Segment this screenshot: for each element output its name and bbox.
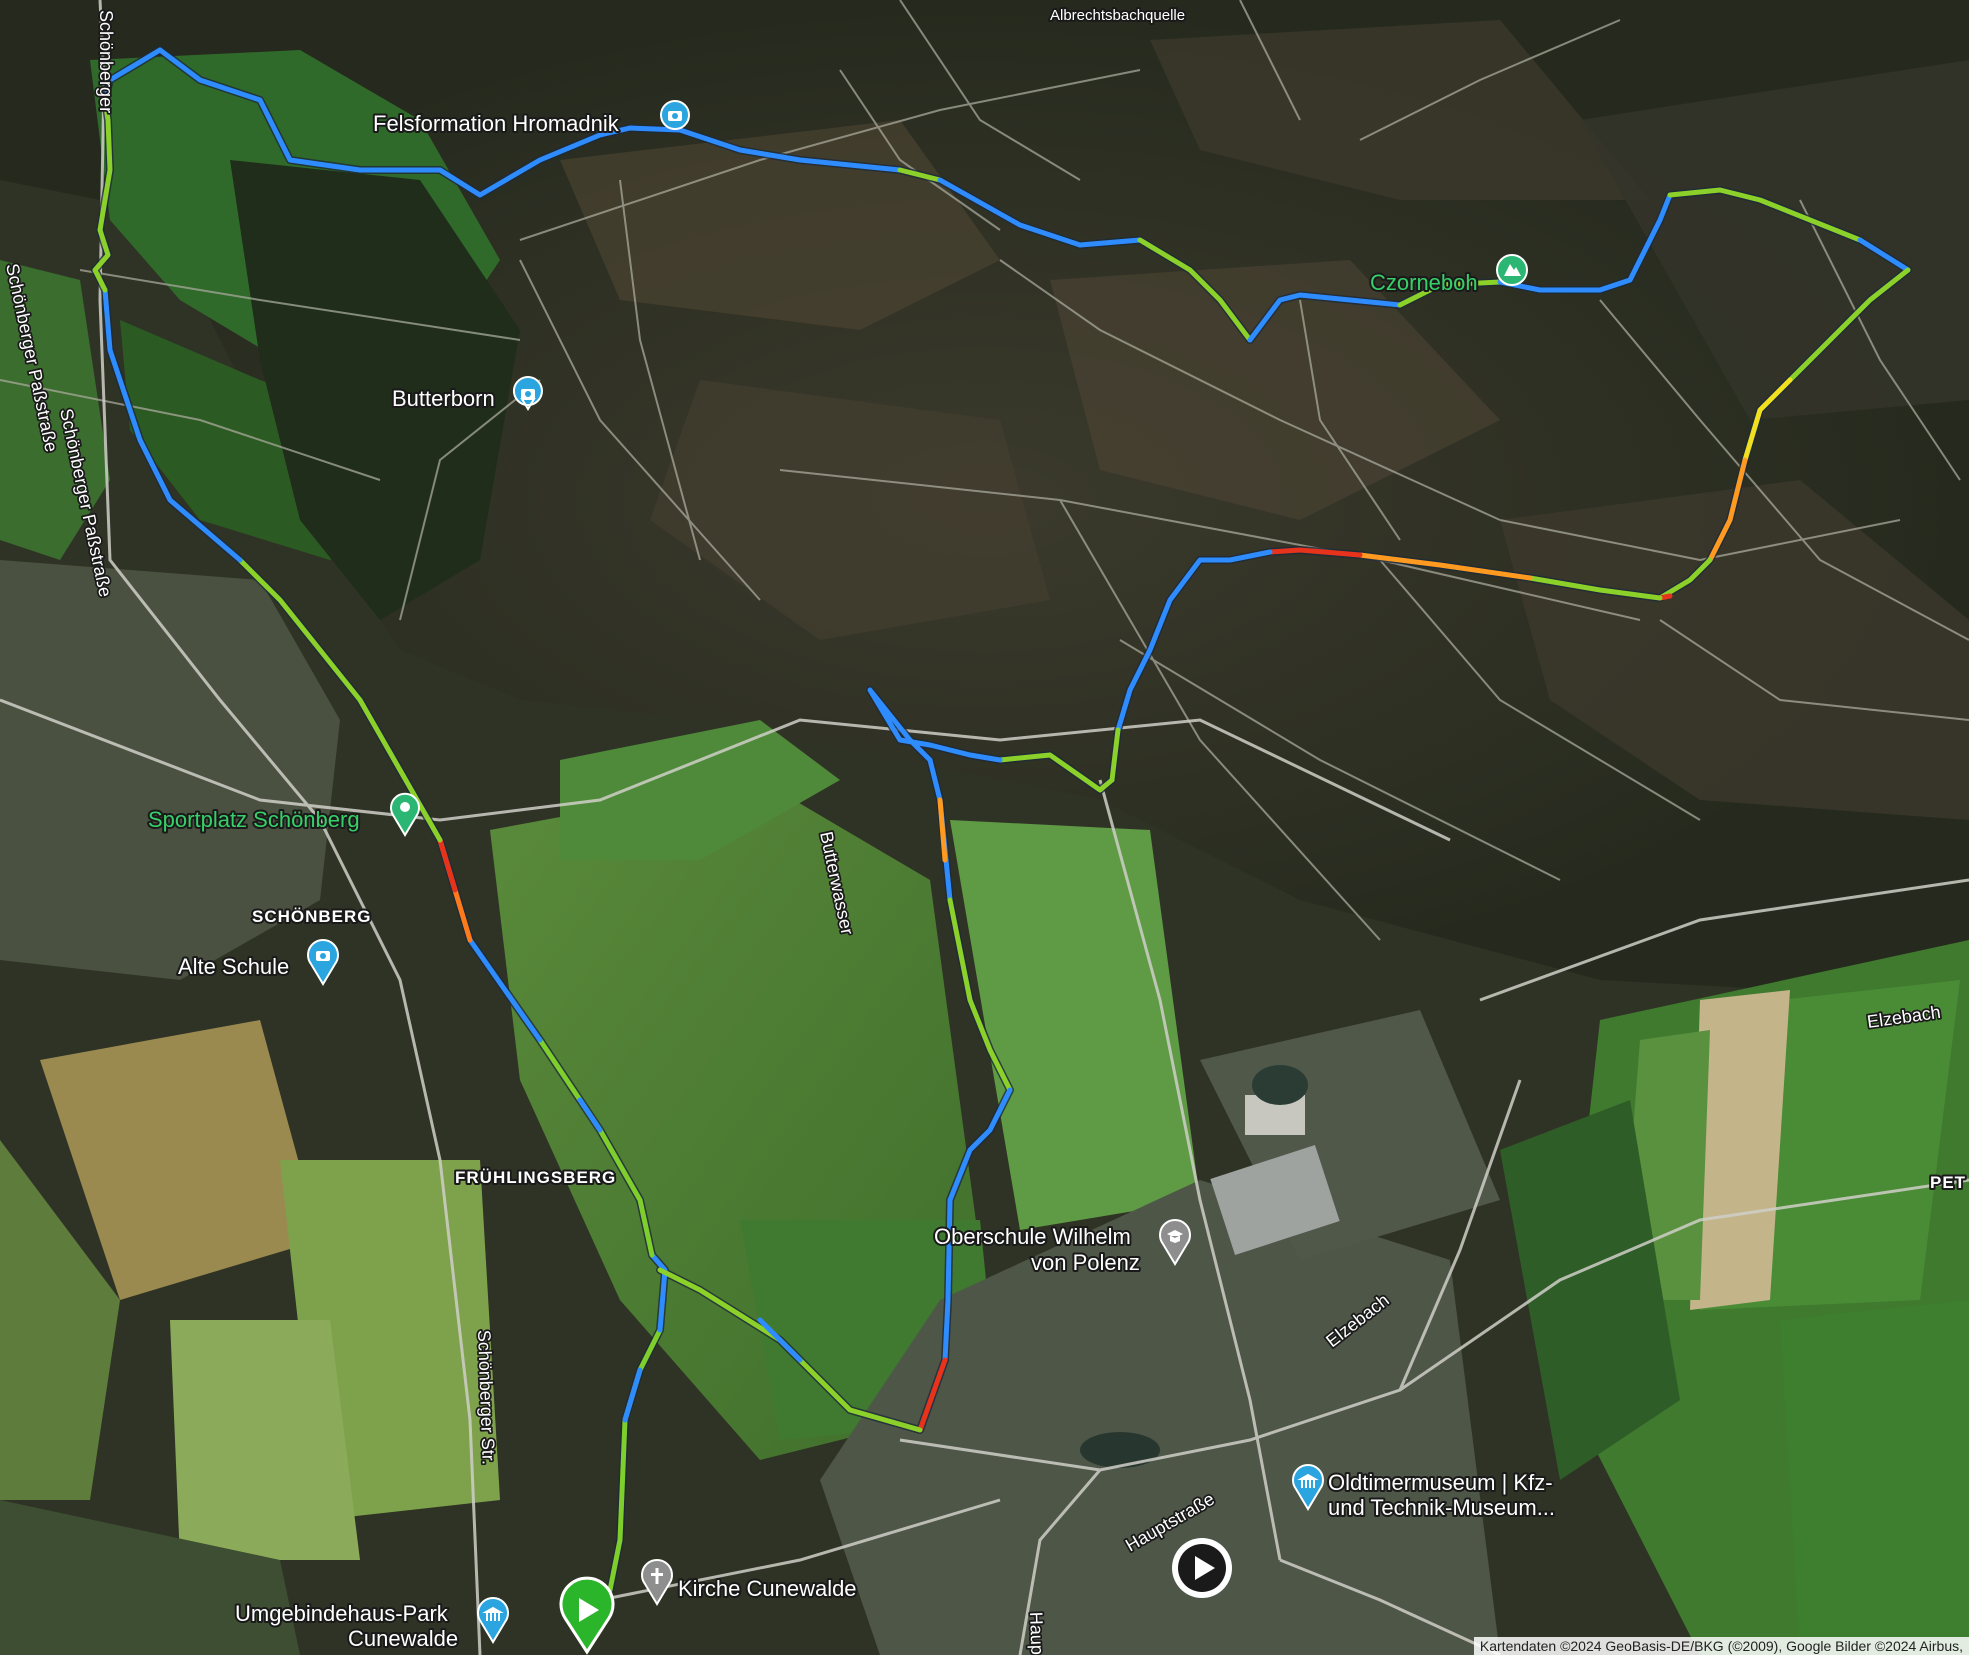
camera-poi-icon[interactable] bbox=[660, 100, 690, 130]
label-butterborn: Butterborn bbox=[392, 386, 495, 411]
label-oldtimer-line2: und Technik-Museum... bbox=[1328, 1495, 1555, 1520]
label-pet-place: PET bbox=[1930, 1173, 1966, 1192]
label-albrechtsbachquelle: Albrechtsbachquelle bbox=[1050, 7, 1185, 24]
label-fruehlingsberg-place: FRÜHLINGSBERG bbox=[455, 1168, 616, 1187]
summit-poi-icon[interactable] bbox=[1496, 254, 1528, 286]
label-oberschule-line1: Oberschule Wilhelm bbox=[934, 1224, 1131, 1249]
label-alte-schule: Alte Schule bbox=[178, 954, 289, 979]
label-sportplatz: Sportplatz Schönberg bbox=[148, 807, 360, 832]
label-felsformation: Felsformation Hromadnik bbox=[373, 111, 620, 136]
label-umgebindehaus-line1: Umgebindehaus-Park bbox=[235, 1601, 449, 1626]
label-umgebindehaus-line2: Cunewalde bbox=[348, 1626, 458, 1651]
label-czorneboh: Czorneboh bbox=[1370, 270, 1478, 295]
label-schoenberg-place: SCHÖNBERG bbox=[252, 907, 372, 926]
map-attribution: Kartendaten ©2024 GeoBasis-DE/BKG (©2009… bbox=[1473, 1637, 1969, 1655]
satellite-map[interactable]: Albrechtsbachquelle Felsformation Hromad… bbox=[0, 0, 1969, 1655]
street-haup-partial: Haup bbox=[1026, 1611, 1047, 1655]
label-oldtimer-line1: Oldtimermuseum | Kfz- bbox=[1328, 1470, 1553, 1495]
label-oberschule-line2: von Polenz bbox=[1031, 1250, 1140, 1275]
play-button-icon[interactable] bbox=[1172, 1538, 1232, 1598]
street-schoenberger-top: Schönberger bbox=[96, 10, 116, 113]
label-kirche: Kirche Cunewalde bbox=[678, 1576, 857, 1601]
